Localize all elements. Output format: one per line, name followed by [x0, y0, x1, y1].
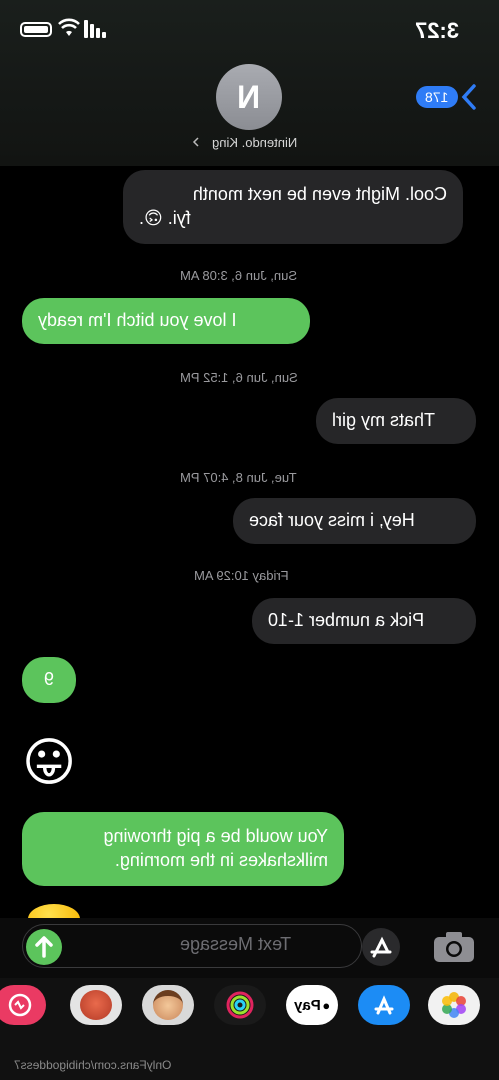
message-timestamp: Sun, Jun 6, 1:52 PM [180, 370, 298, 385]
message-bubble-sent[interactable]: 9 [22, 657, 76, 703]
app-store-icon [370, 936, 392, 958]
activity-rings-icon [226, 991, 254, 1019]
message-bubble-received[interactable]: Pick a number 1-10 [252, 598, 476, 644]
message-text: fyi. 🙃. [139, 208, 191, 228]
message-timestamp: Tue, Jun 8, 4:07 PM [180, 470, 297, 485]
apple-logo-icon: ● [322, 997, 331, 1013]
apple-pay-icon[interactable]: Pay ● [286, 985, 338, 1025]
message-bubble-received[interactable]: Thats my girl [316, 398, 476, 444]
message-bubble-received[interactable]: Cool. Might even be next month fyi. 🙃. [123, 170, 463, 244]
wifi-icon [58, 18, 80, 36]
message-input-placeholder: Text Message [180, 934, 292, 954]
heartbeat-icon [8, 993, 32, 1017]
camera-icon[interactable] [432, 930, 476, 964]
chevron-left-icon [192, 137, 199, 147]
animoji-face-icon [80, 990, 112, 1020]
message-text: I love you bitch I'm ready [38, 310, 237, 330]
contact-name[interactable]: Nintendo. King [195, 135, 315, 150]
activity-icon[interactable] [214, 985, 266, 1025]
unread-count-badge: 178 [416, 86, 458, 108]
watermark: OnlyFans.com/chibigoddess7 [14, 1058, 172, 1072]
conversation-header: 3:27 N Nintendo. King 178 [0, 0, 499, 166]
message-bubble-received[interactable]: Hey, i miss your face [233, 498, 476, 544]
message-text: Pick a number 1-10 [268, 610, 425, 630]
digital-touch-icon[interactable] [0, 985, 46, 1025]
photos-icon[interactable] [428, 985, 480, 1025]
status-time: 3:27 [414, 18, 459, 43]
arrow-up-icon [35, 936, 53, 958]
message-text: You would be a pig throwing [103, 826, 329, 846]
message-text: Hey, i miss your face [249, 510, 415, 530]
send-button[interactable] [26, 929, 62, 965]
avatar-initial: N [237, 78, 261, 115]
back-button[interactable]: 178 [416, 82, 482, 112]
battery-icon [20, 22, 52, 37]
message-text: Thats my girl [332, 410, 436, 430]
tongue-out-emoji: 😛 [22, 734, 77, 792]
back-chevron-icon [461, 84, 476, 110]
app-store-glyph [374, 995, 394, 1015]
photos-flower-icon [442, 992, 466, 1018]
message-bubble-sent[interactable]: I love you bitch I'm ready [22, 298, 310, 344]
animoji-icon[interactable] [70, 985, 122, 1025]
memoji-icon[interactable] [142, 985, 194, 1025]
message-bubble-sent[interactable]: You would be a pig throwing milkshakes i… [22, 812, 344, 886]
message-timestamp: Friday 10:29 AM [194, 568, 289, 583]
app-store-icon[interactable] [358, 985, 410, 1025]
message-text: milkshakes in the morning. [114, 850, 328, 870]
message-timestamp: Sun, Jun 6, 3:08 AM [180, 268, 298, 283]
message-text: 9 [43, 669, 54, 689]
emoji-message[interactable]: 😛 [22, 730, 88, 796]
memoji-face-icon [153, 990, 183, 1020]
message-text: Cool. Might even be next month [192, 184, 447, 204]
apps-button[interactable] [362, 928, 400, 966]
contact-avatar[interactable]: N [216, 64, 282, 130]
cellular-signal-icon [84, 20, 106, 38]
